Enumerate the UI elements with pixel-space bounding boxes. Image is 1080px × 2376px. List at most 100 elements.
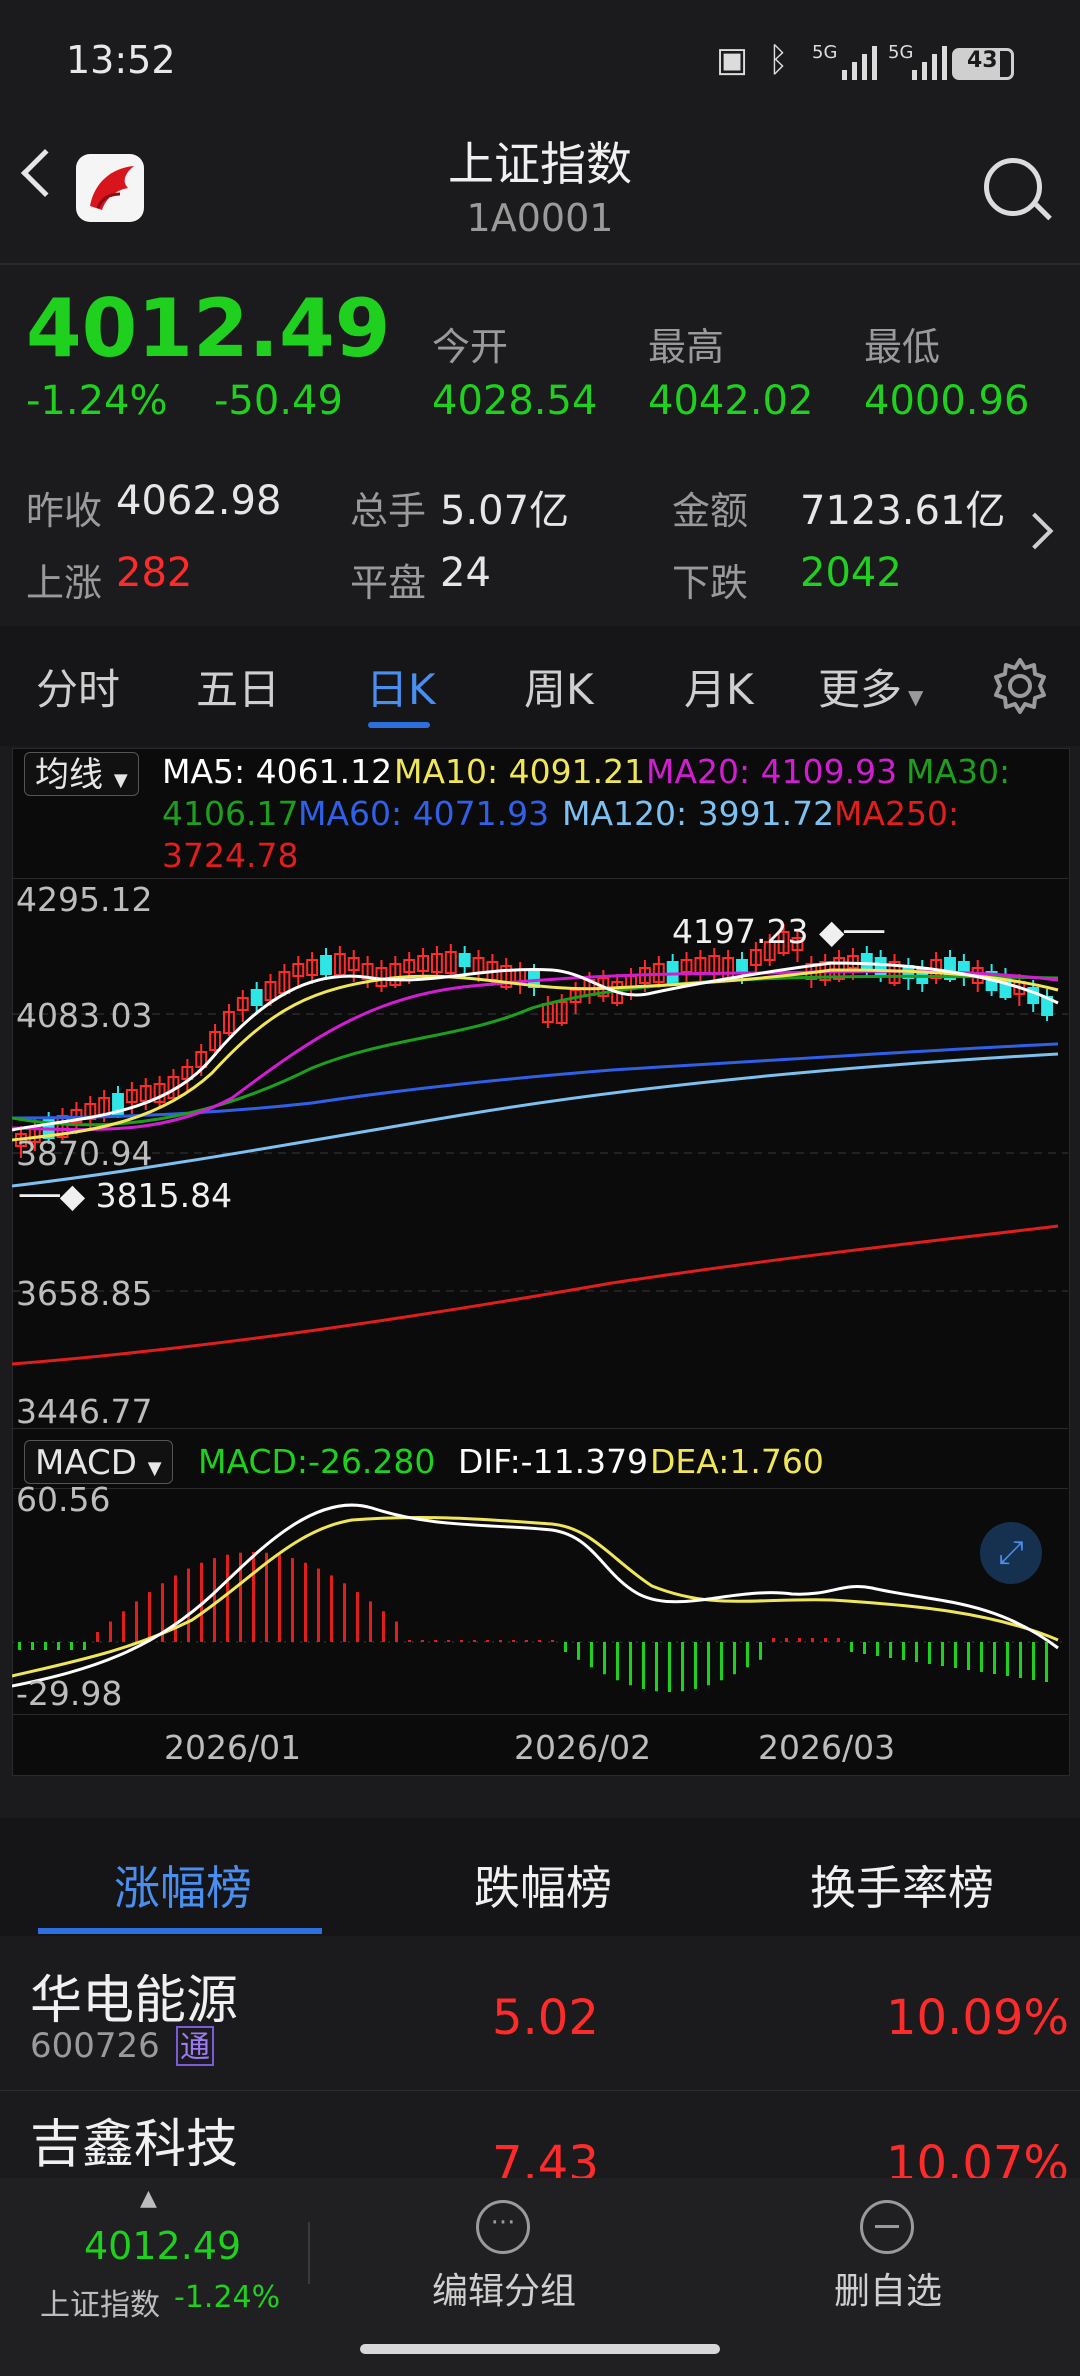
volume-value: 5.07亿 bbox=[440, 488, 570, 534]
stock-change: 10.09% bbox=[886, 1990, 1070, 2046]
macd-bar bbox=[772, 1638, 775, 1642]
macd-bar bbox=[681, 1642, 684, 1692]
tab-gainers[interactable]: 涨幅榜 bbox=[114, 1852, 252, 1918]
candles-group bbox=[15, 924, 1053, 1158]
ma250-value: 3724.78 bbox=[162, 836, 299, 875]
macd-bar bbox=[1006, 1642, 1009, 1676]
macd-bar bbox=[499, 1640, 502, 1642]
macd-bar bbox=[538, 1640, 541, 1642]
bluetooth-icon: ᛒ bbox=[768, 40, 789, 80]
ma-selector-label: 均线 bbox=[35, 755, 103, 795]
ma30-label: MA30: bbox=[906, 752, 1011, 791]
macd-svg bbox=[12, 1503, 1068, 1692]
volume-label: 总手 bbox=[350, 489, 427, 533]
macd-bar bbox=[122, 1611, 125, 1642]
change-percent: -1.24% bbox=[26, 378, 168, 424]
macd-bar bbox=[954, 1642, 957, 1668]
advance-value: 282 bbox=[116, 550, 193, 596]
open-label: 今开 bbox=[432, 325, 509, 369]
divider bbox=[0, 263, 1080, 265]
table-row[interactable]: 华电能源 600726 通 5.02 10.09% bbox=[0, 1938, 1080, 2091]
macd-bar bbox=[564, 1642, 567, 1652]
macd-bar bbox=[447, 1640, 450, 1642]
tab-more[interactable]: 更多 ▼ bbox=[818, 656, 923, 717]
y-axis-label: 4083.03 bbox=[16, 996, 153, 1035]
macd-bar bbox=[590, 1642, 593, 1668]
macd-bar bbox=[265, 1552, 268, 1642]
collapse-up-icon[interactable]: ▲ bbox=[140, 2186, 157, 2211]
macd-bar bbox=[421, 1640, 424, 1642]
macd-bar bbox=[57, 1642, 60, 1650]
stock-name: 吉鑫科技 bbox=[30, 2115, 239, 2175]
tab-turnover[interactable]: 换手率榜 bbox=[810, 1852, 994, 1918]
tab-active-indicator bbox=[368, 722, 430, 728]
macd-bottom-label: -29.98 bbox=[16, 1674, 123, 1713]
tab-month-k[interactable]: 月K bbox=[684, 656, 754, 717]
max-price-label: 4197.23 bbox=[672, 912, 809, 951]
divider bbox=[12, 1714, 1068, 1715]
macd-bar bbox=[213, 1558, 216, 1642]
decline-label: 下跌 bbox=[672, 561, 749, 605]
dea-value: DEA:1.760 bbox=[650, 1442, 824, 1481]
macd-bar bbox=[83, 1642, 86, 1650]
macd-selector[interactable]: MACD ▼ bbox=[24, 1440, 173, 1484]
table-row[interactable]: 吉鑫科技 7.43 10.07% bbox=[0, 2092, 1080, 2182]
kline-svg bbox=[12, 924, 1068, 1366]
macd-bar bbox=[18, 1642, 21, 1650]
macd-bar bbox=[902, 1642, 905, 1660]
macd-bar bbox=[434, 1640, 437, 1642]
macd-bar bbox=[811, 1638, 814, 1642]
macd-bar bbox=[356, 1592, 359, 1642]
macd-bar bbox=[473, 1640, 476, 1642]
tab-day-k[interactable]: 日K bbox=[366, 656, 436, 717]
ma60-label: MA60: 4071.93 bbox=[298, 794, 550, 833]
rank-tab-active-indicator bbox=[38, 1928, 322, 1934]
index-code: 1A0001 bbox=[466, 196, 614, 240]
low-label: 最低 bbox=[864, 325, 941, 369]
macd-bar bbox=[460, 1640, 463, 1642]
macd-bar bbox=[928, 1642, 931, 1664]
macd-bar bbox=[525, 1640, 528, 1642]
x-axis-label: 2026/01 bbox=[164, 1728, 302, 1767]
remove-icon[interactable] bbox=[860, 2200, 914, 2254]
dea-line bbox=[12, 1515, 1059, 1678]
macd-bar bbox=[759, 1642, 762, 1660]
edit-group-button[interactable]: 编辑分组 bbox=[432, 2262, 576, 2314]
settings-gear-icon[interactable] bbox=[990, 656, 1050, 720]
min-price-marker: ──◆ 3815.84 bbox=[20, 1176, 233, 1215]
macd-bar bbox=[31, 1642, 34, 1650]
x-axis-label: 2026/03 bbox=[758, 1728, 896, 1767]
macd-bar bbox=[369, 1601, 372, 1642]
macd-bar bbox=[798, 1638, 801, 1642]
macd-bar bbox=[863, 1642, 866, 1654]
amount-value: 7123.61亿 bbox=[800, 488, 1006, 534]
tab-intraday[interactable]: 分时 bbox=[36, 656, 120, 717]
tab-losers[interactable]: 跌幅榜 bbox=[474, 1852, 612, 1918]
high-label: 最高 bbox=[648, 325, 725, 369]
fullscreen-expand-icon[interactable]: ⤢ bbox=[980, 1522, 1042, 1584]
prev-close-label: 昨收 bbox=[26, 489, 103, 533]
macd-bar bbox=[824, 1638, 827, 1642]
search-icon[interactable] bbox=[984, 158, 1042, 216]
divider bbox=[12, 1428, 1068, 1429]
tab-five-day[interactable]: 五日 bbox=[196, 656, 280, 717]
ma-selector-caret-icon: ▼ bbox=[113, 770, 128, 791]
stock-name: 华电能源 bbox=[30, 1971, 239, 2031]
macd-bar bbox=[226, 1554, 229, 1642]
macd-bar bbox=[148, 1592, 151, 1642]
macd-bar bbox=[993, 1642, 996, 1674]
macd-bar bbox=[512, 1640, 515, 1642]
remove-watchlist-button[interactable]: 删自选 bbox=[834, 2262, 942, 2314]
macd-bar bbox=[720, 1642, 723, 1681]
ma-selector[interactable]: 均线 ▼ bbox=[24, 752, 139, 796]
macd-bars-group bbox=[18, 1552, 1048, 1692]
expand-quote-chevron-icon[interactable] bbox=[1016, 512, 1054, 550]
tab-week-k[interactable]: 周K bbox=[524, 656, 594, 717]
nfc-icon: ▣ bbox=[716, 40, 749, 80]
current-price: 4012.49 bbox=[26, 282, 391, 375]
dif-line bbox=[12, 1503, 1059, 1688]
stock-price: 5.02 bbox=[492, 1990, 599, 2046]
macd-bar bbox=[96, 1632, 99, 1642]
macd-value: MACD:-26.280 bbox=[198, 1442, 436, 1481]
more-dots-icon[interactable]: ··· bbox=[476, 2200, 530, 2254]
